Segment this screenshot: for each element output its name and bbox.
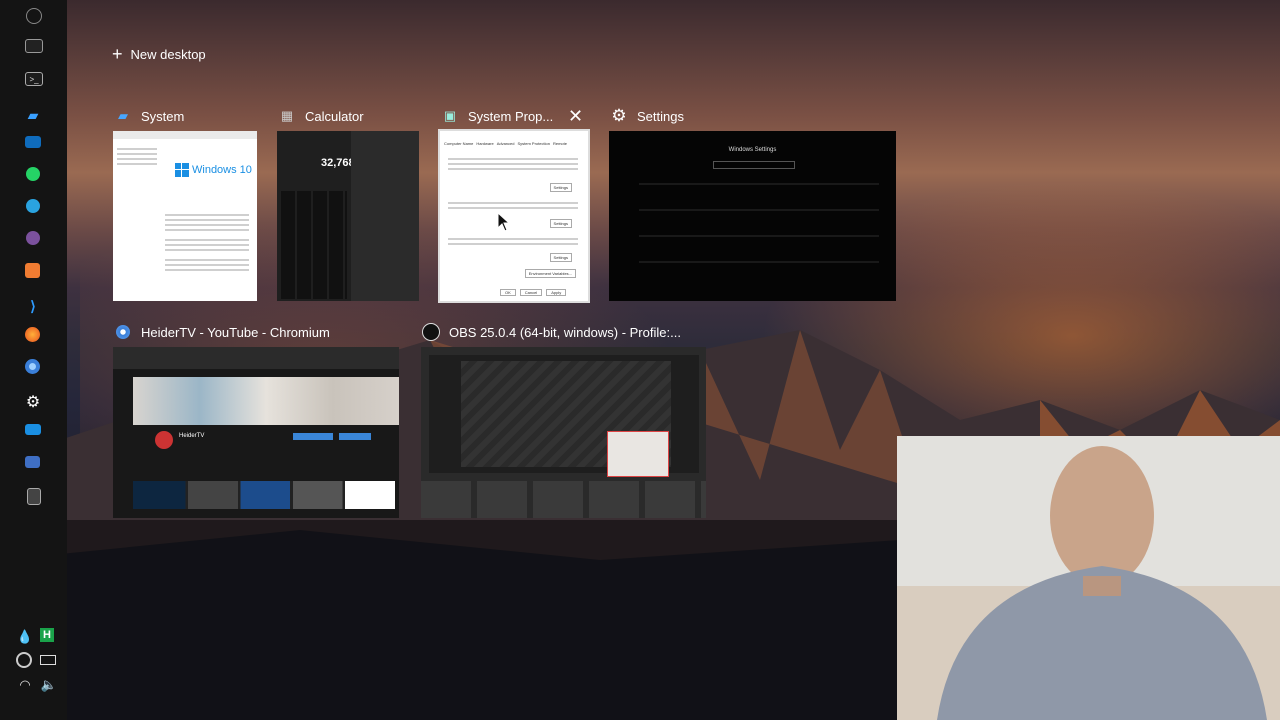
settings-button-startup[interactable]: Settings	[549, 253, 572, 262]
wifi-icon[interactable]: ◠	[16, 676, 34, 694]
chromium-icon[interactable]	[25, 359, 40, 374]
window-thumbnail[interactable]: Computer Name Hardware Advanced System P…	[438, 129, 590, 303]
window-title: System	[141, 108, 185, 124]
channel-name: HeiderTV	[179, 433, 205, 439]
system-icon[interactable]: ▰	[22, 104, 44, 126]
settings-button-user-profiles[interactable]: Settings	[549, 219, 572, 228]
window-card-settings[interactable]: ⚙ Settings Windows Settings	[609, 105, 896, 301]
chromium-icon	[113, 322, 133, 342]
webcam-overlay	[897, 436, 1280, 720]
orange-app-icon[interactable]	[25, 263, 40, 278]
environment-variables-button[interactable]: Environment Variables...	[524, 269, 576, 278]
lower-shade	[67, 520, 897, 720]
settings-search-box[interactable]	[713, 161, 795, 169]
chrome-tray-icon[interactable]	[16, 652, 32, 668]
window-header: ⚙ Settings	[609, 105, 896, 127]
mouse-cursor-icon	[497, 212, 511, 232]
window-header: ▰ System	[113, 105, 257, 127]
window-title: Settings	[637, 108, 684, 124]
calculator-icon: ▦	[280, 108, 294, 123]
close-icon[interactable]: ✕	[568, 107, 583, 125]
webcam-person	[897, 436, 1280, 720]
windows-logo-icon	[175, 163, 189, 177]
droplet-icon[interactable]: 💧	[16, 628, 34, 646]
mail-blue-icon[interactable]	[25, 424, 41, 435]
calculator-icon[interactable]	[27, 488, 41, 505]
obs-icon	[421, 322, 441, 342]
tab-computer-name[interactable]: Computer Name	[444, 141, 473, 146]
window-card-calculator[interactable]: ▦ Calculator 32,768	[277, 105, 419, 301]
window-thumbnail[interactable]: HeiderTV	[113, 347, 399, 518]
mail-icon[interactable]	[25, 136, 41, 148]
window-title: Calculator	[305, 108, 364, 124]
whatsapp-icon[interactable]	[26, 167, 40, 181]
window-card-obs[interactable]: OBS 25.0.4 (64-bit, windows) - Profile:.…	[421, 321, 706, 518]
plus-icon: +	[112, 44, 123, 64]
cmd-icon[interactable]: >_	[25, 72, 43, 86]
window-header: ▣ System Prop...	[440, 105, 560, 127]
new-desktop-button[interactable]: + New desktop	[112, 44, 206, 64]
windows-logo: Windows 10	[175, 163, 252, 177]
window-title: OBS 25.0.4 (64-bit, windows) - Profile:.…	[449, 324, 681, 340]
remote-desktop-icon[interactable]	[25, 456, 40, 468]
window-thumbnail[interactable]: Windows Settings	[609, 131, 896, 301]
settings-heading: Windows Settings	[728, 147, 777, 153]
vscode-icon[interactable]: ⟩	[22, 295, 44, 317]
system-pc-icon: ▰	[118, 108, 128, 123]
gear-icon: ⚙	[611, 106, 627, 125]
system-properties-icon: ▣	[443, 108, 457, 123]
window-card-system[interactable]: ▰ System Windows 10	[113, 105, 257, 301]
taskbar: >_ ▰ ⟩ ⚙ 💧 H ◠ 🔈	[0, 0, 67, 720]
volume-icon[interactable]: 🔈	[40, 676, 58, 694]
window-header: HeiderTV - YouTube - Chromium	[113, 321, 399, 343]
window-header: ▦ Calculator	[277, 105, 419, 127]
window-thumbnail[interactable]: 32,768	[277, 131, 419, 301]
window-thumbnail[interactable]: Windows 10	[113, 131, 257, 301]
tab-hardware[interactable]: Hardware	[476, 141, 493, 146]
cancel-button[interactable]: Cancel	[519, 289, 543, 296]
window-thumbnail[interactable]	[421, 347, 706, 518]
window-title: System Prop...	[468, 108, 554, 124]
tab-system-protection[interactable]: System Protection	[517, 141, 549, 146]
calculator-display: 32,768	[321, 157, 355, 169]
new-desktop-label: New desktop	[130, 46, 206, 62]
windows-10-label: Windows 10	[192, 164, 252, 176]
tab-advanced[interactable]: Advanced	[497, 141, 515, 146]
settings-gear-icon[interactable]: ⚙	[22, 391, 44, 413]
window-card-system-properties[interactable]: ▣ System Prop... ✕ Computer Name Hardwar…	[438, 105, 590, 303]
window-card-chromium[interactable]: HeiderTV - YouTube - Chromium HeiderTV	[113, 321, 399, 518]
h-app-icon[interactable]: H	[40, 628, 54, 642]
terminal-icon[interactable]	[25, 39, 43, 53]
ok-button[interactable]: OK	[500, 289, 516, 296]
apply-button[interactable]: Apply	[546, 289, 567, 296]
window-title: HeiderTV - YouTube - Chromium	[141, 324, 330, 340]
chromium-grey-icon[interactable]	[26, 8, 42, 24]
telegram-icon[interactable]	[26, 199, 40, 213]
window-header: OBS 25.0.4 (64-bit, windows) - Profile:.…	[421, 321, 706, 343]
tab-strip: Computer Name Hardware Advanced System P…	[444, 141, 584, 146]
tab-remote[interactable]: Remote	[553, 141, 567, 146]
firefox-icon[interactable]	[25, 327, 40, 342]
settings-button-performance[interactable]: Settings	[549, 183, 572, 192]
battery-icon[interactable]	[40, 655, 56, 665]
viber-icon[interactable]	[26, 231, 40, 245]
